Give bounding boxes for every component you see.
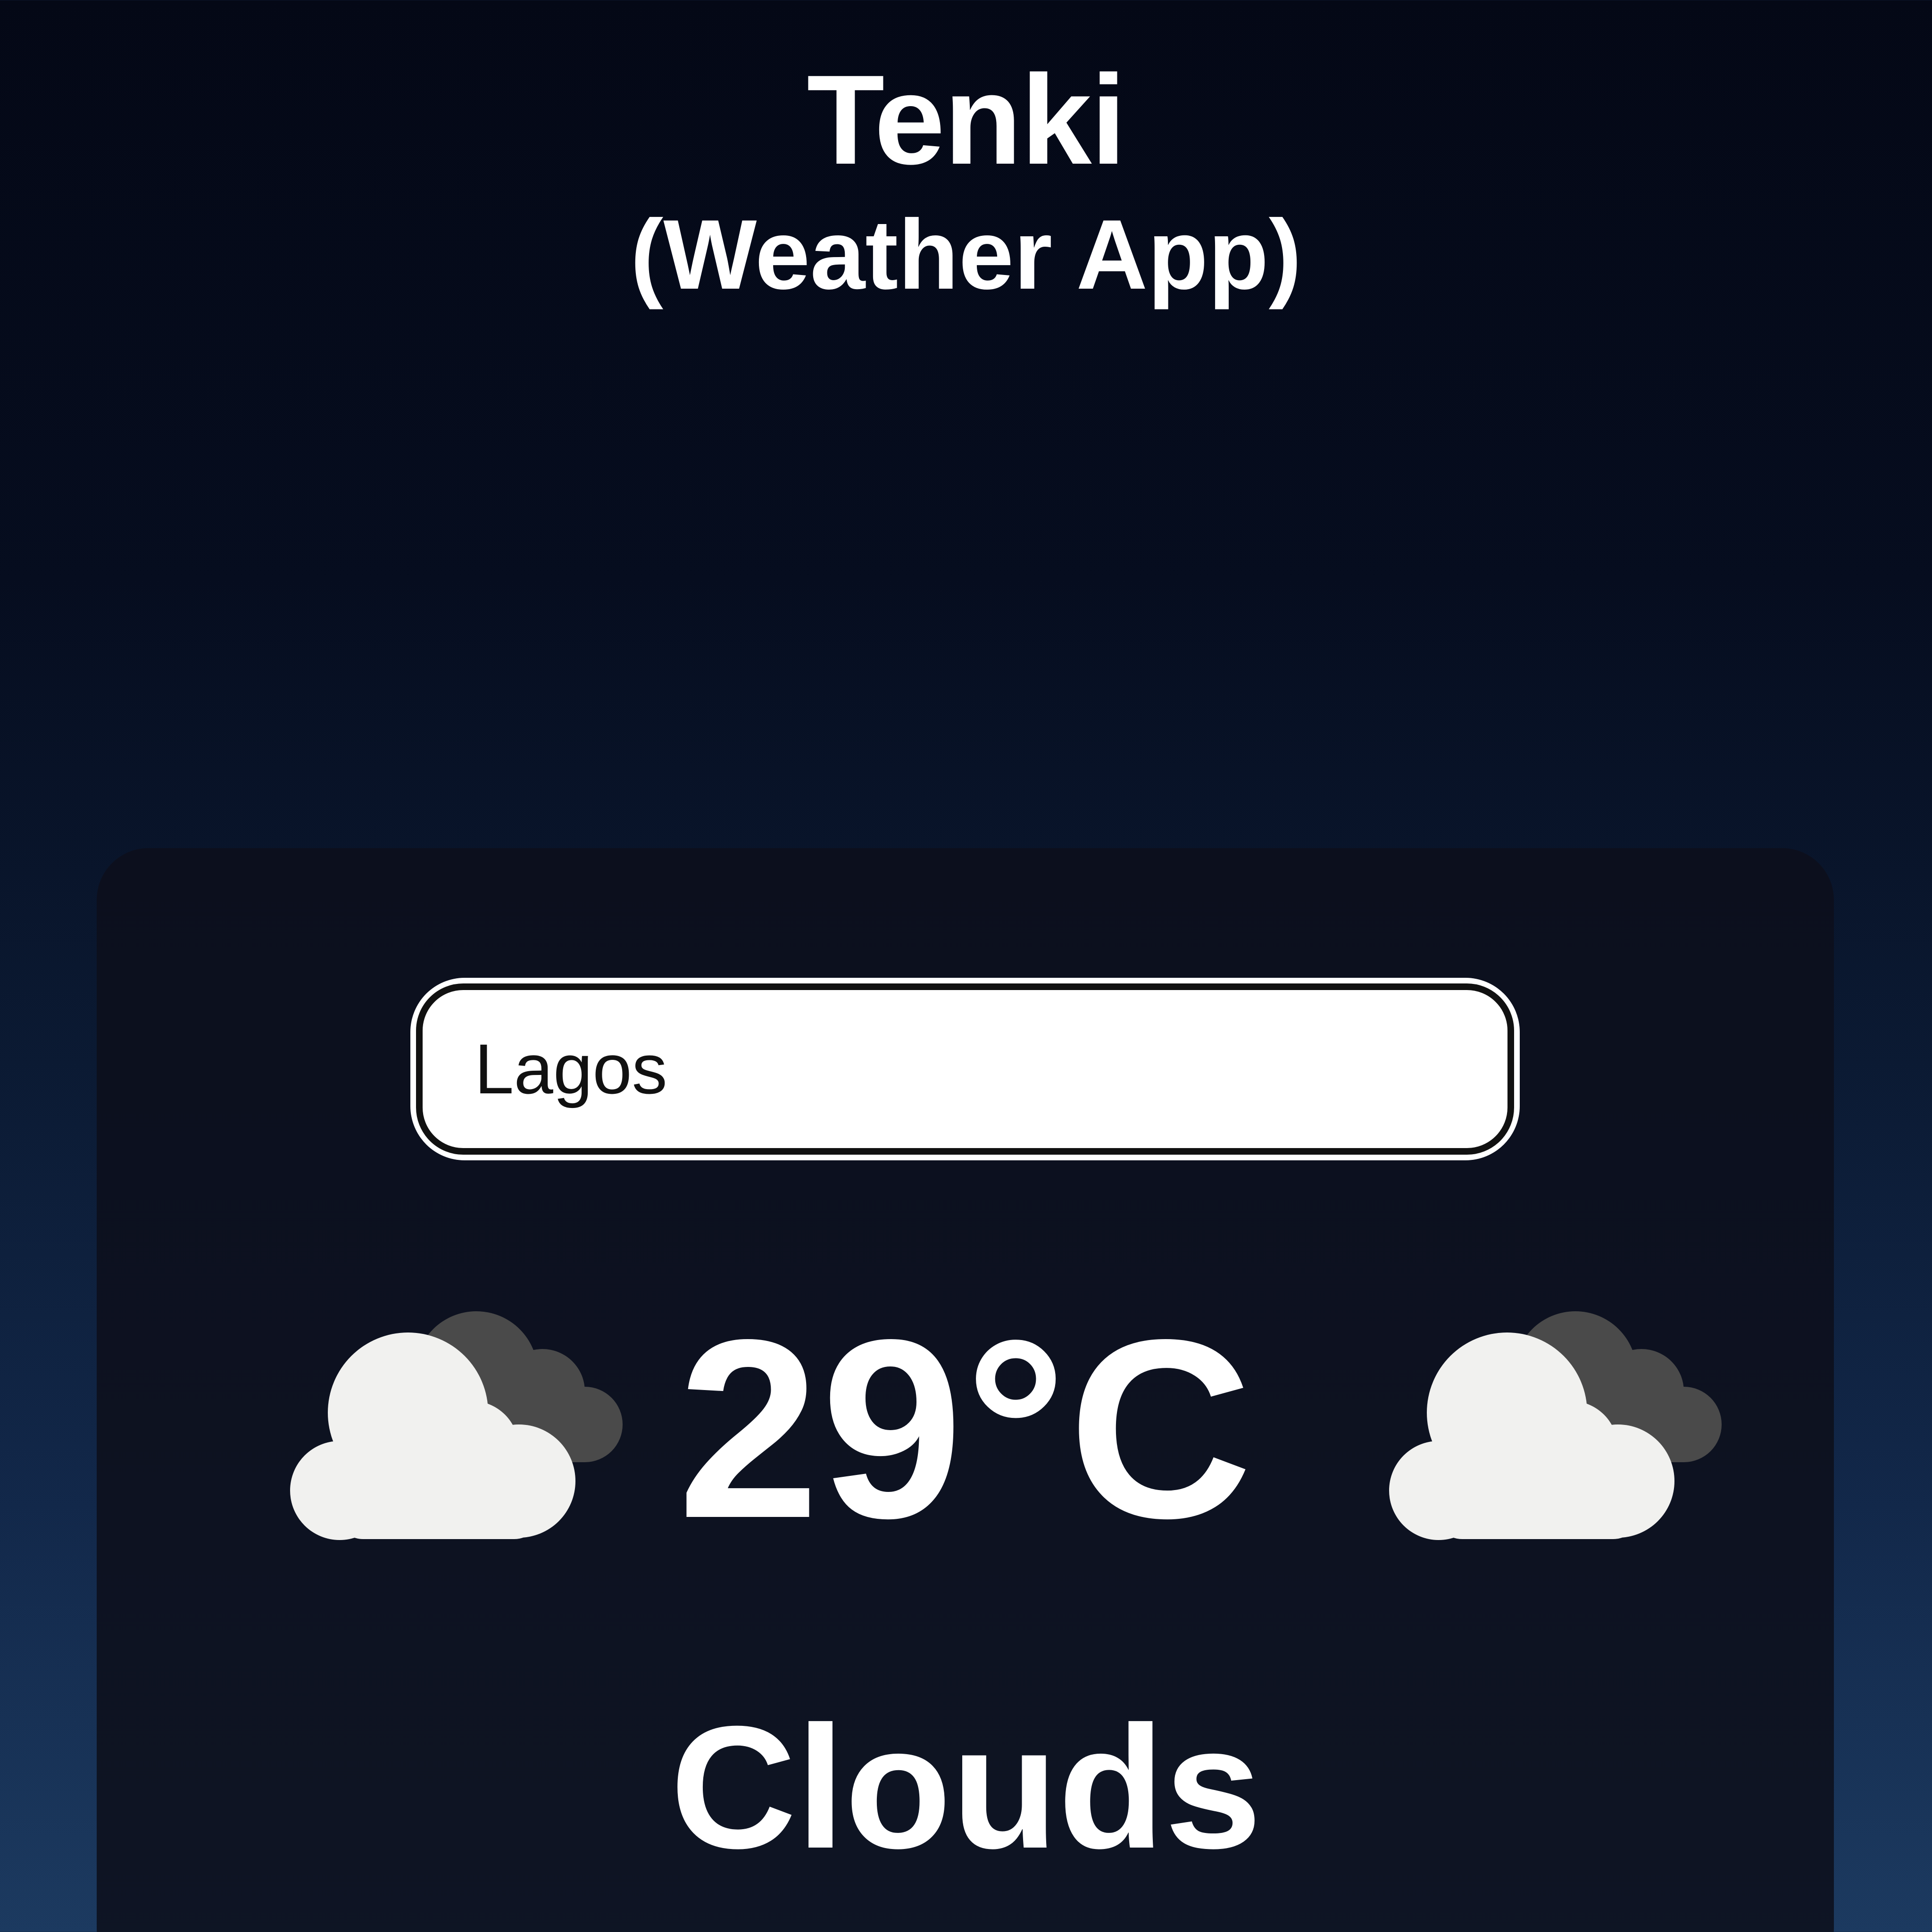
app-subtitle: (Weather App) bbox=[630, 199, 1302, 310]
city-search-input[interactable] bbox=[423, 990, 1507, 1148]
search-field[interactable] bbox=[410, 978, 1520, 1160]
temperature-value: 29°C bbox=[677, 1287, 1255, 1571]
search-input-border bbox=[416, 983, 1514, 1155]
app-title: Tenki bbox=[807, 49, 1126, 191]
weather-condition: Clouds bbox=[670, 1690, 1262, 1885]
